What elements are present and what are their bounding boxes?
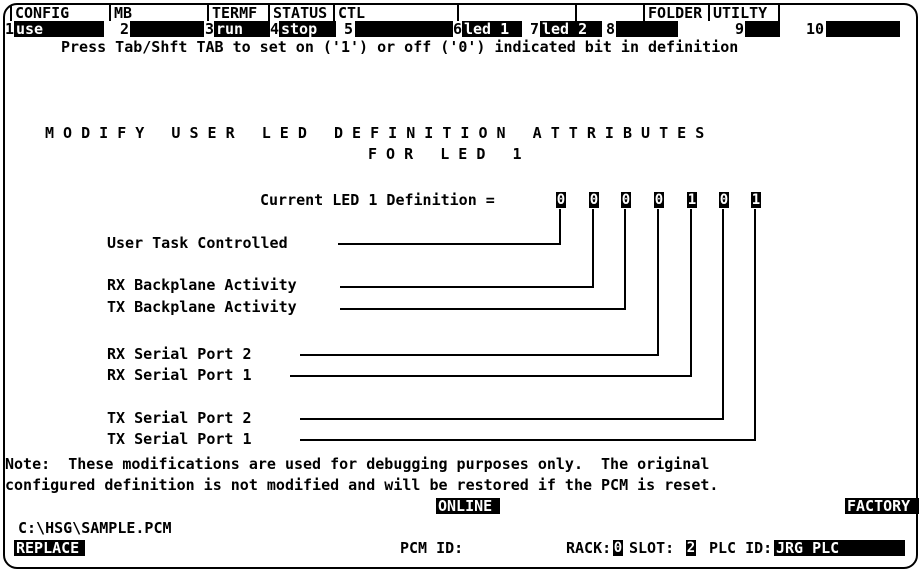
bit-rx-serial-2[interactable]: 0 <box>654 192 664 208</box>
group-folder-label: FOLDER <box>648 4 703 22</box>
online-status-badge: ONLINE <box>436 498 500 514</box>
fkey-2-number: 2 <box>120 20 130 38</box>
attr-tx-backplane-activity: TX Backplane Activity <box>107 298 297 316</box>
bit-tx-serial-2[interactable]: 0 <box>719 192 729 208</box>
group-divider <box>575 5 577 21</box>
group-status-label: STATUS <box>273 4 328 22</box>
softkey-led-1[interactable]: led 1 <box>462 21 522 37</box>
note-line-2: configured definition is not modified an… <box>5 476 719 494</box>
page-title: M O D I F Y U S E R L E D D E F I N I T … <box>45 124 705 142</box>
connector-line <box>290 375 692 377</box>
connector-line <box>300 354 659 356</box>
bit-rx-backplane[interactable]: 0 <box>589 192 599 208</box>
definition-label: Current LED 1 Definition = <box>260 191 495 209</box>
file-path: C:\HSG\SAMPLE.PCM <box>18 519 172 537</box>
rack-value: 0 <box>613 540 623 556</box>
pcm-id-label: PCM ID: <box>400 539 464 557</box>
fkey-8-number: 8 <box>606 20 616 38</box>
page-subtitle: F O R L E D 1 <box>368 145 522 163</box>
softkey-run[interactable]: run <box>214 21 270 37</box>
connector-line <box>754 209 756 441</box>
group-divider <box>10 5 12 21</box>
group-termf-label: TERMF <box>212 4 258 22</box>
connector-line <box>300 418 724 420</box>
attr-user-task-controlled: User Task Controlled <box>107 234 288 252</box>
group-divider <box>457 5 459 21</box>
slot-label: SLOT: <box>629 539 675 557</box>
fkey-6-number: 6 <box>453 20 463 38</box>
group-utilty-label: UTILTY <box>713 4 768 22</box>
bit-tx-backplane[interactable]: 0 <box>621 192 631 208</box>
group-divider <box>778 5 780 21</box>
group-divider <box>268 5 270 21</box>
connector-line <box>657 209 659 356</box>
connector-line <box>690 209 692 377</box>
attr-rx-serial-port-2: RX Serial Port 2 <box>107 345 252 363</box>
fkey-9-number: 9 <box>735 20 745 38</box>
attr-tx-serial-port-1: TX Serial Port 1 <box>107 430 252 448</box>
plc-id-label: PLC ID: <box>709 539 773 557</box>
group-ctl-label: CTL <box>338 4 366 22</box>
connector-line <box>592 209 594 288</box>
softkey-2[interactable] <box>130 21 204 37</box>
softkey-led-2[interactable]: led 2 <box>540 21 602 37</box>
fkey-10-number: 10 <box>806 20 825 38</box>
connector-line <box>338 243 560 245</box>
connector-line <box>300 439 756 441</box>
softkey-10[interactable] <box>826 21 900 37</box>
attr-rx-serial-port-1: RX Serial Port 1 <box>107 366 252 384</box>
plc-id-value: JRG PLC <box>774 540 905 556</box>
fkey-4-number: 4 <box>270 20 280 38</box>
fkey-7-number: 7 <box>530 20 540 38</box>
connector-line <box>340 286 593 288</box>
bit-user-task[interactable]: 0 <box>556 192 566 208</box>
help-line: Press Tab/Shft TAB to set on ('1') or of… <box>61 38 739 56</box>
group-divider <box>109 5 111 21</box>
group-divider <box>207 5 209 21</box>
bit-tx-serial-1[interactable]: 1 <box>751 192 761 208</box>
group-divider <box>643 5 645 21</box>
note-line-1: Note: These modifications are used for d… <box>5 455 710 473</box>
slot-value: 2 <box>686 540 696 556</box>
softkey-5[interactable] <box>355 21 453 37</box>
group-mb-label: MB <box>114 4 133 22</box>
factory-badge: FACTORY <box>845 498 919 514</box>
group-divider <box>333 5 335 21</box>
group-divider <box>708 5 710 21</box>
softkey-9[interactable] <box>745 21 780 37</box>
bit-rx-serial-1[interactable]: 1 <box>687 192 697 208</box>
softkey-stop[interactable]: stop <box>279 21 336 37</box>
rack-label: RACK: <box>566 539 612 557</box>
group-config-label: CONFIG <box>15 4 70 22</box>
attr-tx-serial-port-2: TX Serial Port 2 <box>107 409 252 427</box>
fkey-5-number: 5 <box>344 20 354 38</box>
fkey-3-number: 3 <box>205 20 215 38</box>
connector-line <box>340 308 626 310</box>
connector-line <box>559 209 561 245</box>
fkey-1-number: 1 <box>5 20 15 38</box>
attr-rx-backplane-activity: RX Backplane Activity <box>107 276 297 294</box>
softkey-use[interactable]: use <box>14 21 104 37</box>
softkey-8[interactable] <box>616 21 678 37</box>
replace-mode-badge: REPLACE <box>14 540 85 556</box>
connector-line <box>624 209 626 310</box>
connector-line <box>722 209 724 420</box>
